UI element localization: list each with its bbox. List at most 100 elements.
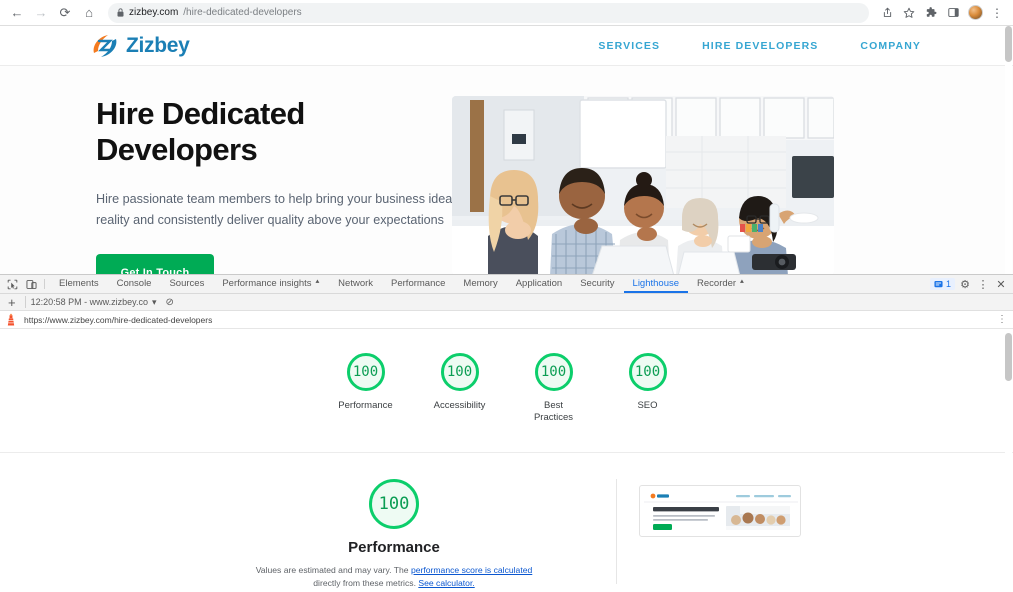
address-bar[interactable]: zizbey.com/hire-dedicated-developers (108, 2, 869, 23)
score-summary-row: 100 Performance 100 Accessibility 100 Be… (0, 329, 1013, 424)
page-thumbnail (639, 484, 801, 537)
devtools-panel: Elements Console Sources Performance ins… (0, 274, 1013, 592)
tab-application[interactable]: Application (507, 275, 571, 293)
zizbey-logo-icon (90, 33, 120, 59)
toolbar-divider (24, 296, 26, 309)
desc-text-2: directly from these metrics. (313, 578, 419, 589)
score-label-seo: SEO (637, 400, 658, 412)
get-in-touch-button[interactable]: Get In Touch (96, 254, 214, 274)
tab-elements[interactable]: Elements (50, 275, 108, 293)
gear-icon[interactable]: ⚙ (957, 276, 973, 292)
performance-section: 100 Performance Values are estimated and… (0, 453, 1013, 592)
see-calculator-link[interactable]: See calculator. (418, 578, 474, 588)
tab-label: Network (338, 277, 374, 289)
bookmark-star-icon[interactable] (899, 3, 919, 23)
performance-score-link[interactable]: performance score is calculated (411, 565, 532, 575)
avatar[interactable] (965, 3, 985, 23)
performance-description: Values are estimated and may vary. The p… (194, 564, 594, 591)
vertical-divider (616, 478, 617, 584)
profile-avatar-circle (967, 5, 983, 20)
browser-menu-icon[interactable]: ⋮ (987, 3, 1007, 23)
issues-badge[interactable]: 1 (929, 278, 955, 291)
score-label-best-practices: Best Practices (533, 400, 574, 424)
page-scrollbar-thumb[interactable] (1005, 26, 1012, 62)
site-header: Zizbey SERVICES HIRE DEVELOPERS COMPANY (0, 26, 1013, 66)
issues-icon (934, 280, 943, 287)
devtools-toolbar-right: 1 ⚙ ⋮ ✕ (929, 275, 1013, 293)
performance-heading: Performance (348, 538, 440, 556)
score-item-best-practices[interactable]: 100 Best Practices (518, 353, 590, 424)
desc-text-1: Values are estimated and may vary. The (255, 564, 411, 575)
nav-item-services[interactable]: SERVICES (598, 40, 660, 52)
hero-section: Hire Dedicated Developers Hire passionat… (0, 66, 1013, 274)
page-scrollbar[interactable] (1005, 26, 1012, 274)
devtools-tabbar: Elements Console Sources Performance ins… (0, 275, 1013, 295)
web-page-viewport: Zizbey SERVICES HIRE DEVELOPERS COMPANY … (0, 26, 1013, 274)
back-icon[interactable]: ← (6, 2, 28, 24)
chevron-down-icon: ▾ (151, 296, 157, 307)
close-icon[interactable]: ✕ (993, 276, 1009, 292)
tab-label: Elements (59, 277, 99, 289)
gauge-best-practices: 100 (534, 353, 573, 392)
nav-item-company[interactable]: COMPANY (860, 40, 921, 52)
tab-console[interactable]: Console (108, 275, 161, 293)
score-item-seo[interactable]: 100 SEO (612, 353, 684, 424)
home-icon[interactable]: ⌂ (78, 2, 100, 24)
tab-label: Lighthouse (632, 277, 680, 289)
devtools-more-icon[interactable]: ⋮ (975, 276, 991, 292)
tab-label: Performance insights (222, 277, 312, 289)
tab-recorder[interactable]: Recorder ⯅ (688, 275, 754, 293)
inspect-element-icon[interactable] (3, 275, 22, 293)
hero-copy: Hire Dedicated Developers Hire passionat… (0, 96, 473, 274)
forward-icon[interactable]: → (30, 2, 52, 24)
tab-label: Sources (169, 277, 205, 289)
run-selector[interactable]: 12:20:58 PM - www.zizbey.co ▾ (31, 297, 157, 308)
issues-count: 1 (945, 279, 951, 290)
extensions-icon[interactable] (921, 3, 941, 23)
tab-performance[interactable]: Performance (382, 275, 454, 293)
gauge-performance: 100 (346, 353, 385, 392)
new-report-button[interactable]: + (4, 295, 20, 310)
score-item-accessibility[interactable]: 100 Accessibility (424, 353, 496, 424)
tab-label: Security (580, 277, 615, 289)
share-icon[interactable] (877, 3, 897, 23)
tab-label: Console (116, 277, 152, 289)
lock-icon (117, 8, 124, 17)
tab-memory[interactable]: Memory (454, 275, 506, 293)
tab-label: Performance (391, 277, 446, 289)
lighthouse-report-header: https://www.zizbey.com/hire-dedicated-de… (0, 310, 1013, 330)
preview-feature-icon: ⯅ (739, 279, 745, 287)
tab-label: Recorder (697, 277, 737, 289)
run-timestamp: 12:20:58 PM - www.zizbey.co (30, 297, 148, 308)
tab-security[interactable]: Security (571, 275, 623, 293)
score-label-performance: Performance (338, 400, 393, 412)
lighthouse-report-body: 100 Performance 100 Accessibility 100 Be… (0, 329, 1013, 592)
lighthouse-icon (7, 313, 15, 326)
tab-lighthouse[interactable]: Lighthouse (623, 275, 689, 294)
side-panel-icon[interactable] (943, 3, 963, 23)
tab-label: Memory (463, 277, 498, 289)
reload-icon[interactable]: ⟳ (54, 2, 76, 24)
toolbar-divider (44, 279, 45, 290)
page-screenshot-panel (639, 479, 819, 592)
score-item-performance[interactable]: 100 Performance (330, 353, 402, 424)
brand-logo-link[interactable]: Zizbey (90, 33, 190, 59)
tab-network[interactable]: Network (329, 275, 382, 293)
lighthouse-scrollbar-thumb[interactable] (1005, 333, 1012, 382)
score-label-accessibility: Accessibility (433, 400, 486, 412)
clear-reports-icon[interactable]: ⊘ (162, 297, 174, 308)
tab-label: Application (515, 277, 563, 289)
device-toolbar-icon[interactable] (22, 275, 41, 293)
gauge-seo: 100 (628, 353, 667, 392)
performance-summary: 100 Performance Values are estimated and… (194, 478, 594, 592)
site-navigation: SERVICES HIRE DEVELOPERS COMPANY (598, 40, 1013, 52)
report-menu-icon[interactable]: ⋮ (997, 314, 1007, 325)
nav-item-hire-developers[interactable]: HIRE DEVELOPERS (702, 40, 818, 52)
url-path: /hire-dedicated-developers (183, 7, 302, 18)
gauge-performance-large: 100 (369, 478, 419, 529)
tab-sources[interactable]: Sources (160, 275, 213, 293)
lighthouse-toolbar: + 12:20:58 PM - www.zizbey.co ▾ ⊘ (0, 294, 1013, 311)
browser-toolbar: ← → ⟳ ⌂ zizbey.com/hire-dedicated-develo… (0, 0, 1013, 26)
lighthouse-scrollbar[interactable] (1005, 329, 1012, 592)
tab-performance-insights[interactable]: Performance insights ⯅ (213, 275, 329, 293)
